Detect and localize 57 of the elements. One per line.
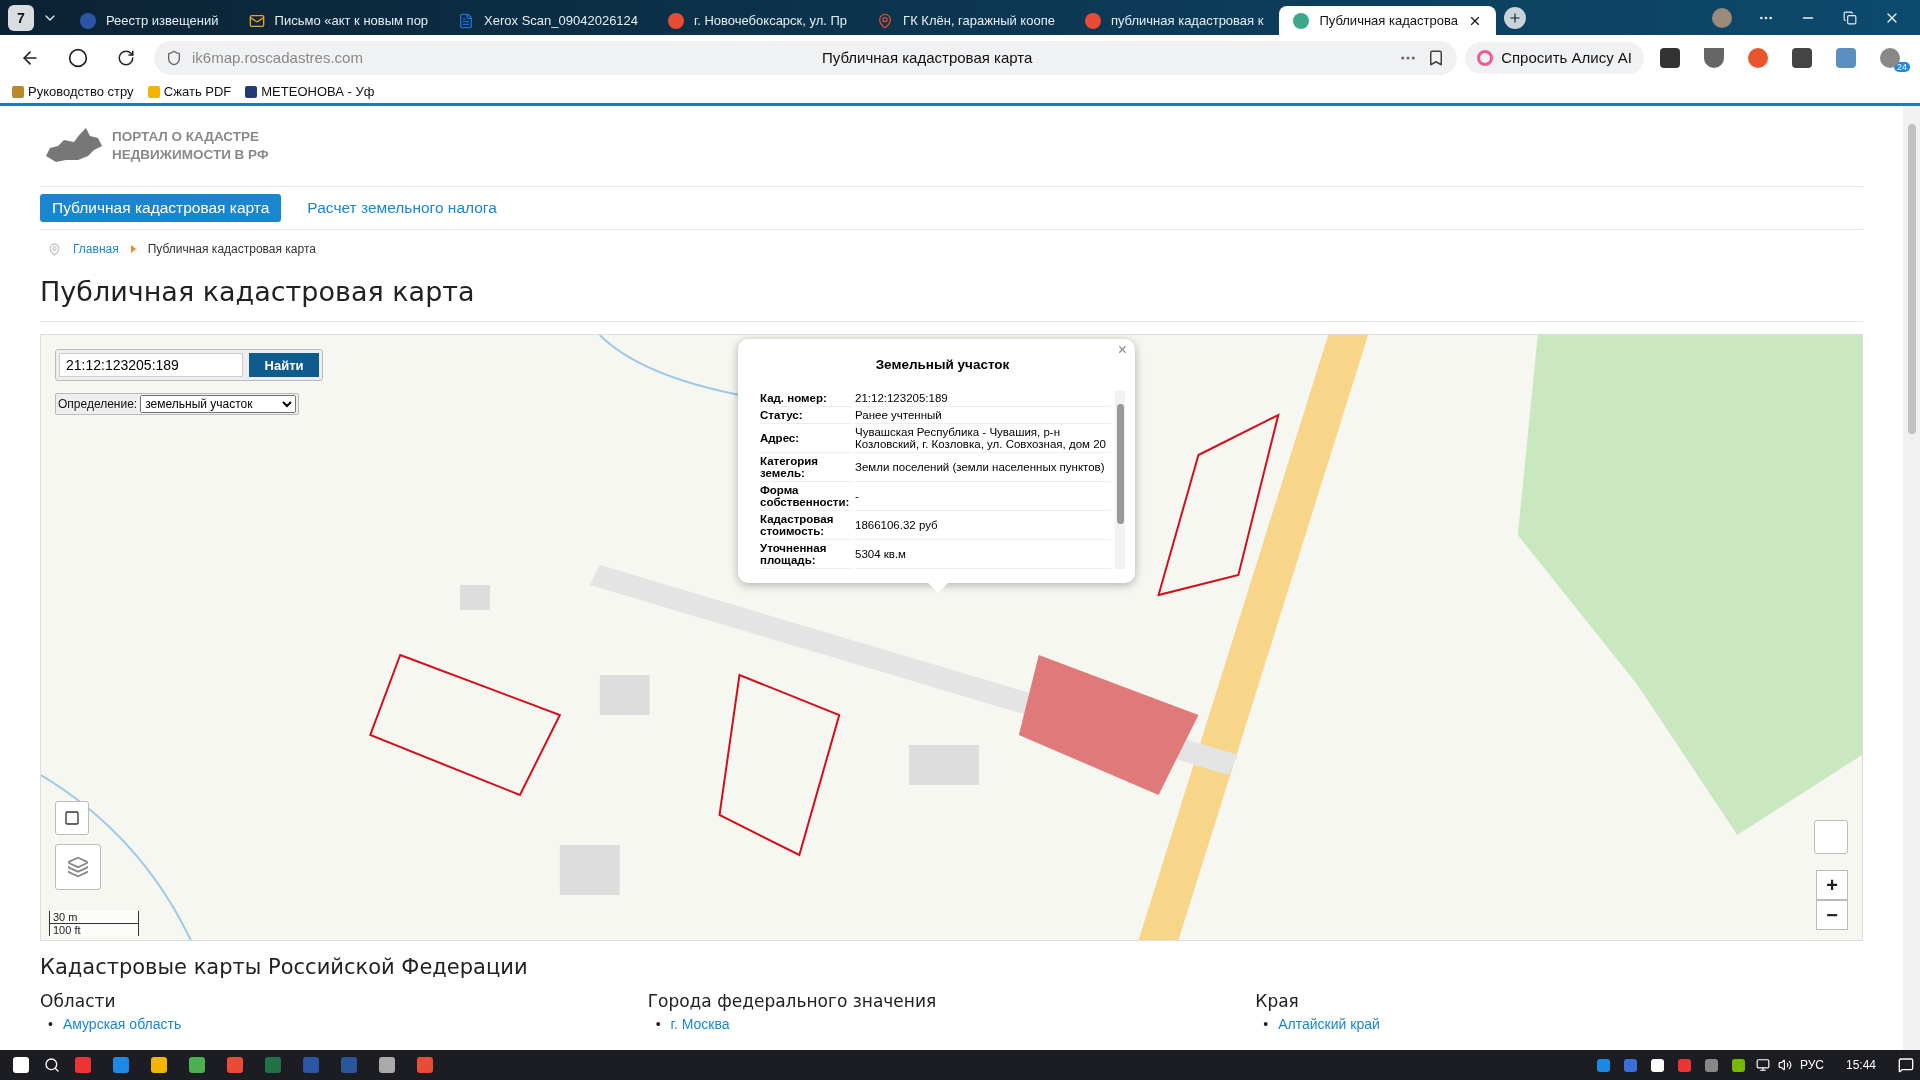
nav-tab[interactable]: Публичная кадастровая карта bbox=[40, 194, 282, 222]
column-heading: Области bbox=[40, 991, 117, 1011]
region-link[interactable]: Амурская область bbox=[62, 1015, 182, 1033]
nav-tab[interactable]: Расчет земельного налога bbox=[295, 194, 509, 222]
browser-tab[interactable]: Реестр извещений bbox=[66, 6, 233, 35]
notification-badge: 24 bbox=[1894, 61, 1910, 72]
field-label: Кадастровая стоимость: bbox=[760, 511, 852, 540]
field-value: Чувашская Республика - Чувашия, р-н Козловский, г. Козловка, ул. Совхозная, дом 20 bbox=[855, 424, 1111, 453]
browser-tab[interactable]: Письмо «акт к новым пор bbox=[234, 6, 443, 35]
column-heading: Края bbox=[1255, 991, 1300, 1011]
field-value: 21:12:123205:189 bbox=[855, 390, 1111, 407]
zoom-out-button[interactable]: − bbox=[1816, 900, 1848, 930]
definition-label: Определение: bbox=[58, 397, 138, 411]
field-value: 5304 кв.м bbox=[855, 540, 1111, 569]
browser-tab[interactable]: ГК Клён, гаражный коопе bbox=[863, 6, 1069, 35]
popup-title: Земельный участок bbox=[874, 357, 1011, 372]
bookmark-link[interactable]: Руководство стру bbox=[12, 84, 134, 99]
field-label: Уточненная площадь: bbox=[760, 540, 852, 569]
field-label: Статус: bbox=[760, 407, 852, 424]
field-value: - bbox=[855, 482, 1111, 511]
scale-bar: 30 m 100 ft bbox=[49, 911, 139, 936]
definition-select[interactable]: земельный участок bbox=[140, 395, 297, 413]
breadcrumb-current: Публичная кадастровая карта bbox=[147, 242, 316, 256]
close-button[interactable]: × bbox=[1117, 341, 1127, 359]
field-value: Земли поселений (земли населенных пунктов) bbox=[855, 453, 1111, 482]
field-label: Адрес: bbox=[760, 424, 852, 453]
browser-tab[interactable]: публичная кадастровая к bbox=[1070, 6, 1278, 35]
field-value: Ранее учтенный bbox=[855, 407, 1111, 424]
browser-tab[interactable]: Публичная кадастрова bbox=[1279, 6, 1496, 35]
address-bar[interactable]: ik6map.roscadastres.com Публичная кадастровая карта bbox=[154, 40, 1458, 75]
tab-counter[interactable]: 7 bbox=[8, 4, 34, 31]
clock[interactable]: 15:44 bbox=[1845, 1058, 1876, 1072]
field-label: Категория земель: bbox=[760, 453, 852, 482]
browser-tab[interactable]: г. Новочебоксарск, ул. Пр bbox=[654, 6, 862, 35]
browser-tab[interactable]: Xerox Scan_09042026124 bbox=[444, 6, 653, 35]
region-link[interactable]: г. Москва bbox=[670, 1015, 730, 1033]
cadastral-number-field[interactable]: 21:12:123205:189 bbox=[59, 353, 243, 377]
breadcrumb-link[interactable]: Главная bbox=[73, 242, 119, 256]
page-heading: Публичная кадастровая карта bbox=[40, 268, 1863, 322]
portal-logo-text: ПОРТАЛ О КАДАСТРЕ НЕДВИЖИМОСТИ В РФ bbox=[112, 128, 269, 164]
bookmark-link[interactable]: Сжать PDF bbox=[147, 84, 232, 99]
find-button[interactable]: Найти bbox=[249, 353, 319, 377]
field-label: Кад. номер: bbox=[760, 390, 852, 407]
bullet: • bbox=[48, 1015, 53, 1033]
section-heading: Кадастровые карты Российской Федерации bbox=[40, 955, 529, 979]
alice-button[interactable]: Спросить Алису AI bbox=[1465, 41, 1644, 74]
region-link[interactable]: Алтайский край bbox=[1278, 1015, 1380, 1033]
field-label: Форма собственности: bbox=[760, 482, 852, 511]
bullet: • bbox=[655, 1015, 661, 1033]
bookmark-link[interactable]: МЕТЕОНОВА - Уф bbox=[245, 84, 375, 99]
url-text: ik6map.roscadastres.com bbox=[192, 49, 364, 66]
bullet: • bbox=[1263, 1015, 1269, 1033]
field-value: 1866106.32 руб bbox=[855, 511, 1111, 540]
zoom-in-button[interactable]: + bbox=[1816, 870, 1848, 900]
language-indicator[interactable]: РУС bbox=[1799, 1058, 1824, 1072]
column-heading: Города федерального значения bbox=[647, 991, 938, 1011]
page-title: Публичная кадастровая карта bbox=[822, 49, 1034, 66]
